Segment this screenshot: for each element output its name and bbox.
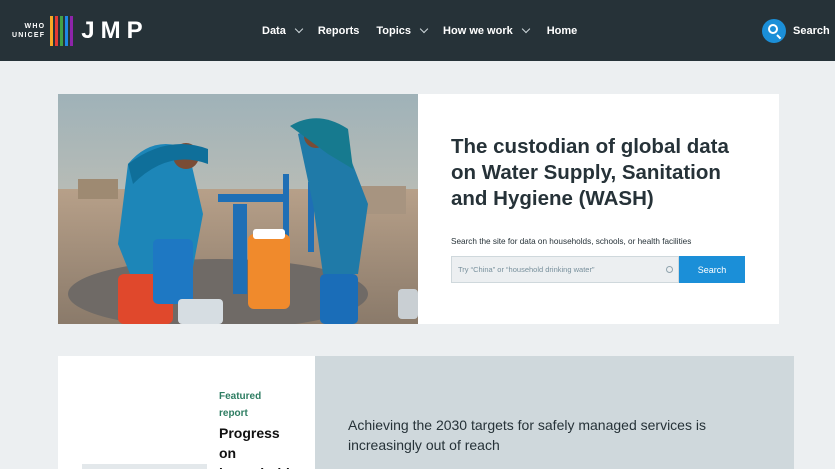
logo-bar bbox=[55, 16, 59, 46]
hero-search-hint: Search the site for data on households, … bbox=[451, 237, 692, 246]
nav-item-topics[interactable]: Topics bbox=[376, 24, 429, 37]
logo-bar bbox=[50, 16, 54, 46]
logo-bar bbox=[70, 16, 74, 46]
targets-panel: Achieving the 2030 targets for safely ma… bbox=[315, 356, 794, 469]
logo-bars-icon bbox=[50, 16, 74, 46]
featured-report-card[interactable]: Featured report Progress on household bbox=[58, 356, 315, 469]
main-nav: Data Reports Topics How we work Home bbox=[262, 0, 577, 61]
logo-text: JMP bbox=[81, 17, 149, 44]
nav-item-reports[interactable]: Reports bbox=[318, 25, 360, 37]
logo-bar bbox=[65, 16, 69, 46]
logo-bar bbox=[60, 16, 64, 46]
nav-item-label: Topics bbox=[376, 24, 412, 37]
logo-partners: WHO UNICEF bbox=[12, 22, 45, 40]
nav-item-label: How we work bbox=[443, 24, 513, 37]
chevron-down-icon bbox=[294, 24, 304, 34]
hero-card: The custodian of global data on Water Su… bbox=[58, 94, 779, 324]
chevron-down-icon bbox=[419, 24, 429, 34]
site-search-input[interactable] bbox=[451, 256, 679, 283]
header-search-button[interactable]: Search bbox=[762, 19, 830, 43]
hero-title: The custodian of global data on Water Su… bbox=[451, 135, 729, 210]
featured-report-thumbnail bbox=[82, 464, 207, 469]
nav-item-label: Data bbox=[262, 24, 286, 37]
site-header: WHO UNICEF JMP Data Reports Topics How w… bbox=[0, 0, 835, 61]
site-search-button[interactable]: Search bbox=[679, 256, 745, 283]
logo-who: WHO bbox=[24, 23, 46, 30]
nav-item-data[interactable]: Data bbox=[262, 24, 304, 37]
nav-item-home[interactable]: Home bbox=[547, 25, 578, 37]
jmp-logo[interactable]: WHO UNICEF JMP bbox=[12, 16, 149, 46]
nav-item-label: Home bbox=[546, 24, 578, 37]
nav-item-label: Reports bbox=[317, 24, 360, 37]
chevron-down-icon bbox=[521, 24, 530, 34]
header-search-label: Search bbox=[793, 25, 830, 37]
logo-unicef: UNICEF bbox=[12, 32, 46, 39]
hero-photo-women-at-water-pump bbox=[58, 94, 418, 324]
clear-icon[interactable] bbox=[666, 266, 673, 273]
featured-report-title[interactable]: Progress on household bbox=[219, 423, 299, 469]
search-icon bbox=[762, 19, 786, 43]
targets-statement: Achieving the 2030 targets for safely ma… bbox=[348, 417, 706, 453]
nav-item-how-we-work[interactable]: How we work bbox=[443, 24, 530, 37]
featured-report-tag: Featured report bbox=[219, 391, 262, 419]
